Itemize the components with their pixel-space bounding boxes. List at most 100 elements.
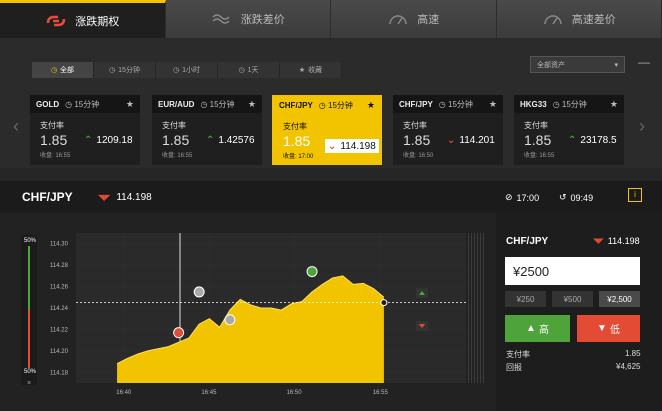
- quick-amount-2500[interactable]: ¥2,500: [599, 291, 640, 307]
- card-header: EUR/AUD ◷ 15分钟 ★: [152, 95, 262, 113]
- direction-bar-bottom-label: 50%: [24, 369, 37, 375]
- timeframe-filter: ◷ 全部 ◷ 15分钟 ◷ 1小时 ◷ 1天 ★ 收藏: [32, 62, 342, 78]
- asset-select[interactable]: 全部资产 ▾: [530, 56, 625, 73]
- y-tick-label: 114.18: [50, 370, 69, 376]
- star-icon[interactable]: ★: [248, 99, 256, 110]
- direction-bar-top-label: 50%: [24, 238, 37, 244]
- x-tick-label: 16:55: [373, 390, 389, 396]
- clock-icon: ◷: [65, 99, 75, 109]
- y-tick-label: 114.28: [50, 263, 69, 269]
- card-payout: 1.85: [524, 132, 552, 148]
- product-tabs: 涨跌期权 涨跌差价 高速 高速差价: [0, 0, 662, 38]
- link-icon: [47, 15, 66, 26]
- trade-pair: CHF/JPY: [506, 236, 549, 247]
- star-icon[interactable]: ★: [489, 99, 497, 110]
- info-icon[interactable]: i: [628, 188, 642, 202]
- chevron-left-icon[interactable]: ‹: [13, 116, 19, 137]
- speedometer-icon: [389, 15, 407, 25]
- card-price: ⌃ 1209.18: [84, 135, 133, 146]
- history-icon: ↺: [559, 192, 567, 202]
- card-payout: 1.85: [40, 132, 68, 148]
- pending-marker: [224, 314, 236, 326]
- price-chart[interactable]: 50% 50% × 114.30 114.28 114.26 114.24 114.22 114…: [0, 213, 496, 411]
- tab-label: 高速差价: [571, 14, 616, 26]
- chevron-down-icon: ▾: [614, 61, 618, 69]
- wave-icon: [212, 14, 230, 24]
- card-close-time: 收盘: 16:55: [40, 153, 71, 159]
- asset-card[interactable]: CHF/JPY ◷ 15分钟 ★ 支付率 1.85 ⌄ 114.198 收盘: 1…: [272, 95, 382, 165]
- trend-up-icon: ⌃: [206, 135, 215, 146]
- no-clock-icon: ⊘: [505, 192, 513, 202]
- clock-icon: ◷: [438, 99, 448, 109]
- tab-turbo[interactable]: 高速: [331, 0, 497, 38]
- filter-favorites[interactable]: ★ 收藏: [280, 62, 342, 78]
- x-tick-label: 16:40: [116, 390, 132, 396]
- trade-price: ◥◤ 114.198: [593, 236, 640, 246]
- expiry-zone: [466, 233, 486, 383]
- clock-icon: ◷: [552, 99, 562, 109]
- card-payout-label: 支付率: [283, 122, 307, 131]
- trend-up-icon: ⌃: [568, 135, 577, 146]
- tab-turbo-spread[interactable]: 高速差价: [496, 0, 662, 38]
- clock-icon: ◷: [172, 67, 180, 74]
- card-payout-label: 支付率: [403, 121, 427, 130]
- card-close-time: 收盘: 17:00: [283, 154, 314, 160]
- clock-icon: ◷: [50, 67, 58, 74]
- card-close-time: 收盘: 16:55: [524, 153, 555, 159]
- filter-all[interactable]: ◷ 全部: [32, 62, 94, 78]
- direction-bar-close: ×: [27, 380, 31, 387]
- y-tick-label: 114.22: [50, 327, 69, 333]
- minimize-button[interactable]: —: [638, 56, 652, 68]
- card-payout-label: 支付率: [524, 121, 548, 130]
- asset-card[interactable]: EUR/AUD ◷ 15分钟 ★ 支付率 1.85 ⌃ 1.42576 收盘: 1…: [152, 95, 262, 165]
- call-button[interactable]: ▲ 高: [505, 315, 570, 342]
- star-icon: ★: [298, 67, 306, 74]
- y-tick-label: 114.24: [50, 306, 69, 312]
- trend-down-icon: ◥◤: [98, 193, 111, 202]
- card-payout-label: 支付率: [40, 121, 64, 130]
- selected-pair-name: CHF/JPY: [22, 190, 73, 204]
- put-button[interactable]: ▼ 低: [577, 315, 640, 342]
- asset-card[interactable]: CHF/JPY ◷ 15分钟 ★ 支付率 1.85 ⌄ 114.201 收盘: 1…: [393, 95, 503, 165]
- chevron-right-icon[interactable]: ›: [639, 116, 645, 137]
- filter-1hour[interactable]: ◷ 1小时: [156, 62, 218, 78]
- call-marker: [306, 266, 318, 278]
- card-header: CHF/JPY ◷ 15分钟 ★: [393, 95, 503, 113]
- return-value: ¥4,625: [616, 362, 641, 371]
- tab-binary-options[interactable]: 涨跌期权: [0, 0, 166, 38]
- card-pair: CHF/JPY: [399, 99, 433, 109]
- y-tick-label: 114.30: [50, 242, 69, 248]
- return-label: 回报: [506, 363, 522, 372]
- trend-up-icon: ⌃: [84, 135, 93, 146]
- quick-amount-250[interactable]: ¥250: [505, 291, 546, 307]
- clock-icon: ◷: [238, 67, 245, 74]
- amount-input[interactable]: [505, 257, 640, 285]
- y-tick-label: 114.20: [50, 349, 69, 355]
- asset-card[interactable]: GOLD ◷ 15分钟 ★ 支付率 1.85 ⌃ 1209.18 收盘: 16:5…: [30, 95, 140, 165]
- quick-amount-500[interactable]: ¥500: [552, 291, 593, 307]
- asset-card[interactable]: HKG33 ◷ 15分钟 ★ 支付率 1.85 ⌃ 23178.5 收盘: 16:…: [514, 95, 624, 165]
- card-payout: 1.85: [162, 132, 190, 148]
- card-timeframe: ◷ 15分钟: [438, 99, 473, 109]
- tab-spread-options[interactable]: 涨跌差价: [165, 0, 331, 38]
- star-icon[interactable]: ★: [367, 100, 375, 111]
- selected-pair-price: ◥◤ 114.198: [98, 192, 152, 203]
- card-header: HKG33 ◷ 15分钟 ★: [514, 95, 624, 113]
- card-price: ⌄ 114.198: [325, 139, 379, 153]
- star-icon[interactable]: ★: [126, 99, 134, 110]
- card-timeframe: ◷ 15分钟: [318, 100, 353, 110]
- filter-1day[interactable]: ◷ 1天: [218, 62, 280, 78]
- put-marker: [173, 327, 185, 339]
- current-price-marker: [380, 299, 388, 307]
- countdown: ↺ 09:49: [559, 192, 594, 203]
- y-tick-label: 114.26: [50, 285, 69, 291]
- filter-15min[interactable]: ◷ 15分钟: [94, 62, 156, 78]
- card-pair: GOLD: [36, 99, 60, 109]
- clock-icon: ◷: [109, 67, 116, 74]
- star-icon[interactable]: ★: [610, 99, 618, 110]
- card-timeframe: ◷ 15分钟: [65, 99, 100, 109]
- card-pair: EUR/AUD: [158, 99, 195, 109]
- card-pair: CHF/JPY: [279, 100, 313, 110]
- card-timeframe: ◷ 15分钟: [200, 99, 235, 109]
- arrow-up-icon: ▲: [526, 323, 536, 334]
